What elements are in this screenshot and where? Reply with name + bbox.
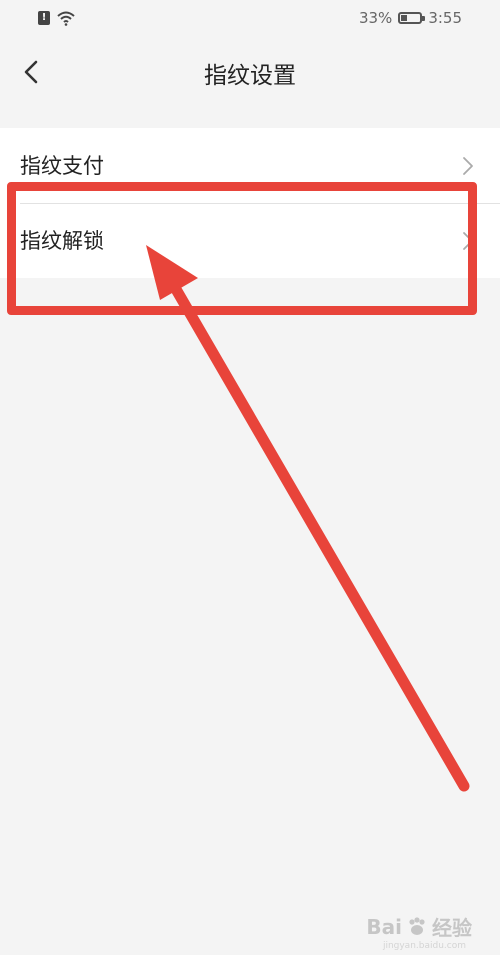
pointer-arrow-annotation: [146, 245, 470, 792]
watermark-suffix: 经验: [432, 916, 472, 940]
paw-icon: [409, 916, 425, 935]
watermark: Bai 经验 jingyan.baidu.com: [366, 912, 472, 952]
watermark-brand: Bai: [366, 914, 402, 939]
watermark-url: jingyan.baidu.com: [382, 941, 466, 951]
